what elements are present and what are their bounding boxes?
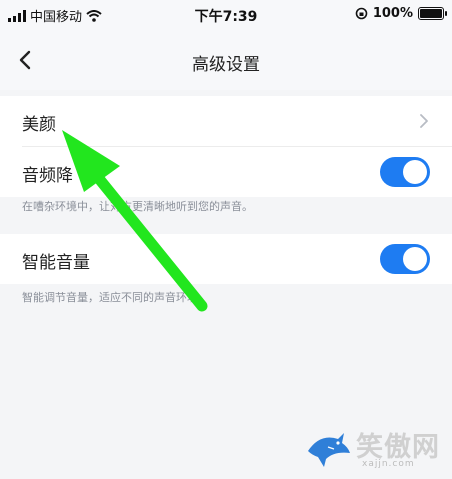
- setting-row-beauty[interactable]: 美颜: [0, 96, 452, 147]
- navigation-bar: 高级设置: [0, 30, 452, 90]
- setting-row-smart-volume: 智能音量: [0, 234, 452, 284]
- smart-volume-toggle[interactable]: [380, 244, 430, 274]
- noise-reduction-hint: 在嘈杂环境中，让对方更清晰地听到您的声音。: [22, 200, 253, 213]
- status-bar: 中国移动 下午7:39 100%: [0, 0, 452, 30]
- watermark: 笑傲网 xajjn.com: [304, 425, 444, 473]
- page-title: 高级设置: [192, 55, 260, 75]
- smart-volume-hint: 智能调节音量，适应不同的声音环境。: [22, 291, 209, 304]
- status-right: 100%: [355, 6, 447, 21]
- settings-group-volume: 智能音量: [0, 234, 452, 284]
- battery-percent: 100%: [372, 6, 413, 21]
- toggle-knob: [403, 247, 427, 271]
- watermark-url: xajjn.com: [362, 459, 415, 469]
- chevron-right-icon: [420, 114, 428, 128]
- setting-label-noise-reduction: 音频降: [22, 166, 73, 186]
- battery-icon: [418, 7, 447, 20]
- settings-group-audio: 美颜 音频降: [0, 96, 452, 197]
- toggle-knob: [403, 160, 427, 184]
- shark-logo-icon: [308, 433, 350, 467]
- setting-label-smart-volume: 智能音量: [22, 253, 90, 273]
- noise-reduction-toggle[interactable]: [380, 157, 430, 187]
- setting-label-beauty: 美颜: [22, 115, 56, 135]
- orientation-lock-icon: [355, 7, 368, 20]
- setting-row-noise-reduction: 音频降: [0, 147, 452, 197]
